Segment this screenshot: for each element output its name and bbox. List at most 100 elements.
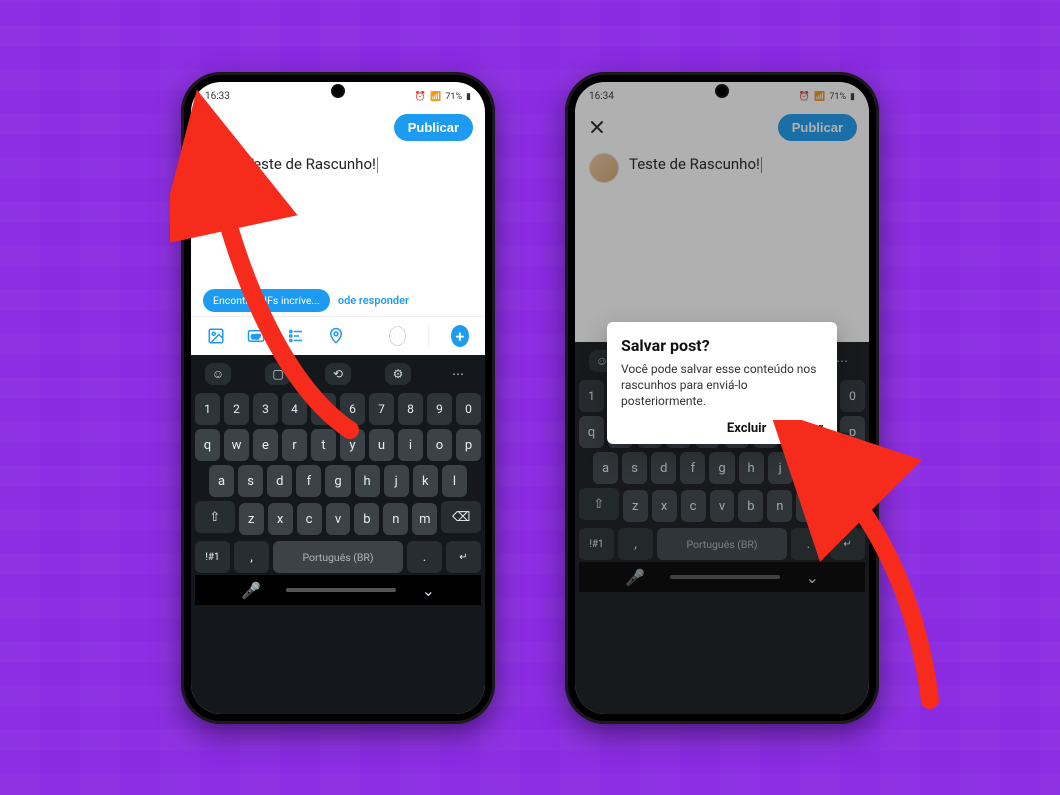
image-icon[interactable]	[207, 327, 225, 345]
collapse-keyboard-icon[interactable]: ⌄	[422, 581, 435, 600]
key[interactable]: 1	[579, 380, 604, 412]
backspace-key[interactable]: ⌫	[441, 501, 481, 533]
key[interactable]: 8	[398, 393, 423, 425]
settings-button[interactable]: ⚙	[385, 363, 411, 385]
home-indicator[interactable]	[286, 588, 396, 592]
key[interactable]: h	[355, 465, 380, 497]
publish-button[interactable]: Publicar	[394, 114, 473, 141]
key[interactable]: u	[369, 429, 394, 461]
key[interactable]: l	[826, 452, 851, 484]
key[interactable]: n	[383, 503, 408, 535]
key[interactable]: j	[384, 465, 409, 497]
symbols-key[interactable]: !#1	[195, 541, 230, 573]
enter-key[interactable]: ↵	[446, 541, 481, 573]
key[interactable]: 2	[224, 393, 249, 425]
save-button[interactable]: Salvar	[786, 421, 823, 436]
key[interactable]: k	[797, 452, 822, 484]
space-key[interactable]: Português (BR)	[273, 541, 403, 573]
close-icon[interactable]	[587, 117, 607, 137]
key[interactable]: p	[456, 429, 481, 461]
key[interactable]: x	[652, 490, 677, 522]
key[interactable]: 3	[253, 393, 278, 425]
key[interactable]: 5	[311, 393, 336, 425]
key[interactable]: l	[442, 465, 467, 497]
key[interactable]: i	[398, 429, 423, 461]
key[interactable]: a	[209, 465, 234, 497]
key[interactable]: s	[622, 452, 647, 484]
key[interactable]: n	[767, 490, 792, 522]
translate-button[interactable]: ⟲	[325, 363, 351, 385]
key[interactable]: 4	[282, 393, 307, 425]
gif-icon[interactable]: GIF	[247, 327, 265, 345]
draft-text[interactable]: Teste de Rascunho!	[245, 153, 378, 183]
compose-area[interactable]: Teste de Rascunho!	[575, 151, 869, 183]
clipboard-button[interactable]: ▢	[265, 363, 291, 385]
emoji-button[interactable]: ☺	[205, 363, 231, 385]
key[interactable]: w	[224, 429, 249, 461]
collapse-keyboard-icon[interactable]: ⌄	[806, 568, 819, 587]
key[interactable]: j	[768, 452, 793, 484]
poll-icon[interactable]	[287, 327, 305, 345]
key[interactable]: t	[311, 429, 336, 461]
key[interactable]: z	[623, 490, 648, 522]
space-key[interactable]: Português (BR)	[657, 528, 787, 560]
comma-key[interactable]: ,	[618, 528, 653, 560]
mic-icon[interactable]: 🎤	[241, 581, 261, 600]
key[interactable]: c	[297, 503, 322, 535]
comma-key[interactable]: ,	[234, 541, 269, 573]
compose-area[interactable]: Teste de Rascunho!	[191, 151, 485, 183]
who-can-reply-link[interactable]: ode responder	[338, 294, 409, 307]
key[interactable]: 0	[456, 393, 481, 425]
key[interactable]: q	[195, 429, 220, 461]
key[interactable]: m	[796, 490, 821, 522]
shift-key[interactable]: ⇧	[579, 488, 619, 520]
mic-icon[interactable]: 🎤	[625, 568, 645, 587]
key[interactable]: 1	[195, 393, 220, 425]
key[interactable]: x	[268, 503, 293, 535]
shift-key[interactable]: ⇧	[195, 501, 235, 533]
backspace-key[interactable]: ⌫	[825, 488, 865, 520]
key[interactable]: e	[253, 429, 278, 461]
key[interactable]: b	[354, 503, 379, 535]
key[interactable]: q	[579, 416, 604, 448]
key[interactable]: 7	[369, 393, 394, 425]
key[interactable]: o	[427, 429, 452, 461]
key[interactable]: y	[340, 429, 365, 461]
gif-tooltip[interactable]: Encontre GIFs incríve...	[203, 289, 330, 312]
close-icon[interactable]	[203, 117, 223, 137]
location-icon[interactable]	[327, 327, 345, 345]
key[interactable]: d	[267, 465, 292, 497]
draft-text-content: Teste de Rascunho!	[629, 155, 760, 173]
more-button[interactable]: ⋯	[445, 363, 471, 385]
key[interactable]: 9	[427, 393, 452, 425]
key[interactable]: f	[296, 465, 321, 497]
key[interactable]: 0	[840, 380, 865, 412]
key[interactable]: h	[739, 452, 764, 484]
key[interactable]: b	[738, 490, 763, 522]
key[interactable]: d	[651, 452, 676, 484]
key[interactable]: s	[238, 465, 263, 497]
key[interactable]: c	[681, 490, 706, 522]
enter-key[interactable]: ↵	[830, 528, 865, 560]
home-indicator[interactable]	[670, 575, 780, 579]
add-thread-button[interactable]: +	[451, 325, 469, 347]
discard-button[interactable]: Excluir	[727, 421, 767, 436]
battery-text: 71%	[829, 92, 846, 102]
key[interactable]: r	[282, 429, 307, 461]
publish-button[interactable]: Publicar	[778, 114, 857, 141]
key[interactable]: z	[239, 503, 264, 535]
key[interactable]: 6	[340, 393, 365, 425]
key[interactable]: a	[593, 452, 618, 484]
symbols-key[interactable]: !#1	[579, 528, 614, 560]
key[interactable]: v	[710, 490, 735, 522]
key[interactable]: g	[325, 465, 350, 497]
draft-text[interactable]: Teste de Rascunho!	[629, 153, 762, 183]
dot-key[interactable]: .	[407, 541, 442, 573]
keyboard[interactable]: ☺ ▢ ⟲ ⚙ ⋯ 1234567890 qwertyuiop asdfghjk…	[191, 355, 485, 714]
key[interactable]: g	[709, 452, 734, 484]
key[interactable]: k	[413, 465, 438, 497]
key[interactable]: f	[680, 452, 705, 484]
key[interactable]: v	[326, 503, 351, 535]
key[interactable]: m	[412, 503, 437, 535]
dot-key[interactable]: .	[791, 528, 826, 560]
